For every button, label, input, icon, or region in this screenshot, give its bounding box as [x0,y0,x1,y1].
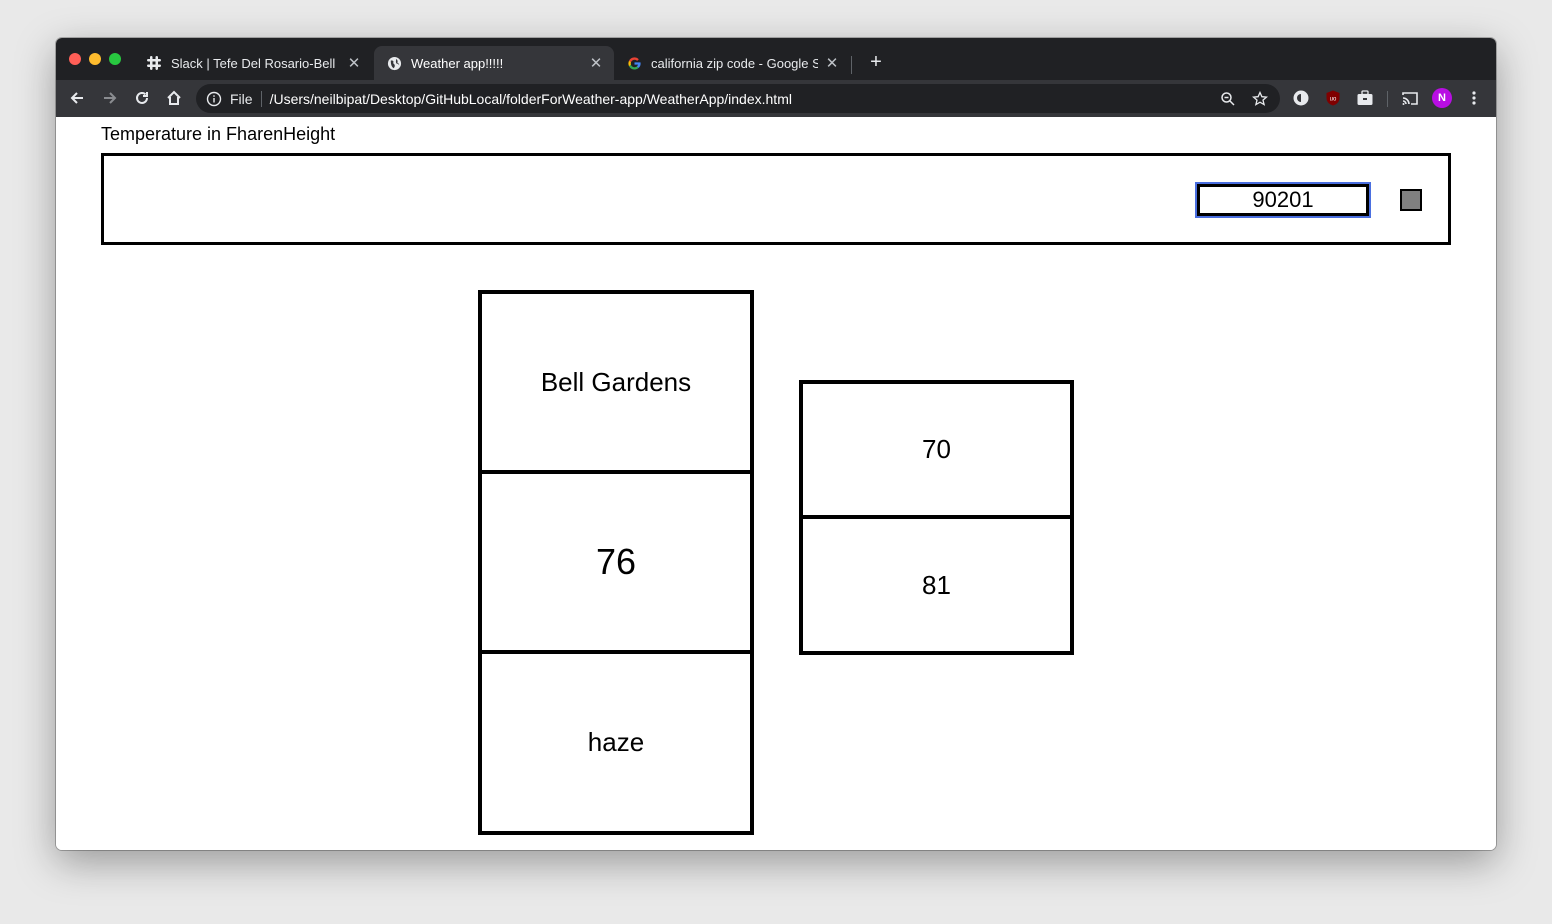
reload-icon [136,91,148,104]
browser-toolbar: File /Users/neilbipat/Desktop/GitHubLoca… [56,80,1496,117]
tab-strip: Slack | Tefe Del Rosario-Bell | ( ✕ Weat… [56,38,1496,80]
tab-title: Weather app!!!!! [411,55,504,71]
address-bar[interactable]: File /Users/neilbipat/Desktop/GitHubLoca… [196,84,1280,113]
submit-button[interactable] [1400,189,1422,211]
current-temperature: 76 [595,541,637,582]
address-divider [260,90,262,107]
google-icon [626,55,642,71]
url-scheme-label: File [230,90,253,107]
tab-title: Slack | Tefe Del Rosario-Bell | ( [171,55,340,71]
new-tab-button[interactable]: + [864,50,888,74]
tab-google-search[interactable]: california zip code - Google Se ✕ [614,46,850,80]
page-content: Temperature in FharenHeight Bell Gardens… [56,117,1496,850]
city-name: Bell Gardens [540,366,692,397]
extension-icon[interactable] [1291,88,1311,108]
briefcase-extension-icon[interactable] [1355,88,1375,108]
high-temperature: 81 [922,569,951,600]
profile-avatar[interactable]: N [1432,88,1452,108]
cast-icon[interactable] [1400,88,1420,108]
toolbar-divider [1387,91,1388,107]
zip-code-input[interactable] [1195,182,1371,218]
slack-icon [146,55,162,71]
tab-slack[interactable]: Slack | Tefe Del Rosario-Bell | ( ✕ [134,46,372,80]
tab-weather-app[interactable]: Weather app!!!!! ✕ [374,46,614,80]
forward-button[interactable] [98,86,122,110]
tab-title: california zip code - Google Se [651,55,818,71]
tab-divider [851,56,852,74]
bookmark-star-icon[interactable] [1250,89,1270,109]
minimize-window-button[interactable] [89,53,101,65]
maximize-window-button[interactable] [109,53,121,65]
info-icon[interactable] [206,91,222,107]
reload-button[interactable] [130,86,154,110]
home-button[interactable] [162,86,186,110]
close-tab-icon[interactable]: ✕ [824,54,840,72]
ublock-icon[interactable]: uo [1323,88,1343,108]
back-arrow-icon [70,92,83,104]
home-icon [167,90,181,105]
browser-window: Slack | Tefe Del Rosario-Bell | ( ✕ Weat… [56,38,1496,850]
city-cell: Bell Gardens [478,290,754,474]
back-button[interactable] [65,86,89,110]
high-temp-cell: 81 [799,515,1074,655]
menu-kebab-icon[interactable] [1464,88,1484,108]
search-bar [101,153,1451,245]
description-cell: haze [478,650,754,835]
low-temp-cell: 70 [799,380,1074,519]
zoom-icon[interactable] [1218,89,1238,109]
weather-description: haze [587,727,645,757]
forward-arrow-icon [104,92,117,104]
close-window-button[interactable] [69,53,81,65]
url-text[interactable]: /Users/neilbipat/Desktop/GitHubLocal/fol… [270,91,792,107]
low-temperature: 70 [922,434,951,464]
svg-text:uo: uo [1330,97,1337,103]
close-tab-icon[interactable]: ✕ [588,54,604,72]
close-tab-icon[interactable]: ✕ [346,54,362,72]
globe-icon [386,55,402,71]
page-heading: Temperature in FharenHeight [101,124,336,144]
temperature-cell: 76 [478,470,754,654]
